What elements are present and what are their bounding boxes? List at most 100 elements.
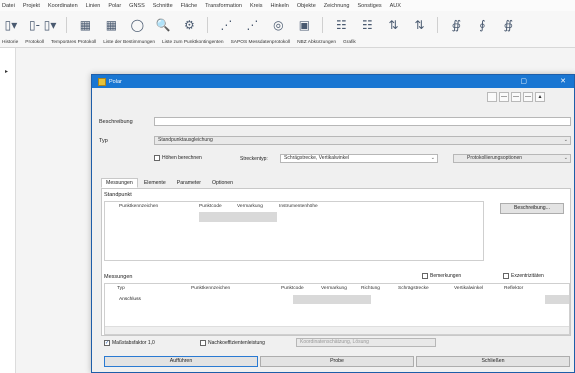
points-2-icon[interactable]: ⋰	[244, 16, 260, 34]
schliessen-button[interactable]: Schließen	[416, 356, 570, 367]
tab-historie[interactable]: Historie	[2, 40, 18, 47]
dialog-title: Polar	[109, 78, 122, 85]
tab-temp-protokoll[interactable]: Temporäres Protokoll	[51, 40, 96, 47]
messungen-row-typ[interactable]: Anschluss	[119, 297, 141, 302]
tab-messungen[interactable]: Messungen	[101, 178, 138, 188]
massstab-checkbox[interactable]: ✓ Maßstabsfaktor 1,0	[104, 340, 155, 346]
blocks-icon[interactable]: ▦	[77, 16, 93, 34]
dash-icon[interactable]: —	[499, 92, 509, 102]
close-icon[interactable]: ✕	[560, 77, 566, 85]
grid-2-icon[interactable]: ☷	[333, 16, 349, 34]
menu-zeichnung[interactable]: Zeichnung	[324, 3, 350, 9]
standpunkt-readonly-cell	[199, 212, 277, 222]
typ-select[interactable]: Standpunktausgleichung ⌄	[154, 136, 571, 145]
nachkoeff-select[interactable]: Koordinatenschätzung, Lösung	[296, 338, 436, 347]
typ-value: Standpunktausgleichung	[158, 137, 213, 143]
tab-optionen[interactable]: Optionen	[207, 178, 238, 188]
ay-icon[interactable]: ∯	[500, 16, 516, 34]
checkbox-box[interactable]	[154, 155, 160, 161]
menu-sonstiges[interactable]: Sonstiges	[357, 3, 381, 9]
protokoll-label: Protokollierungsoptionen	[467, 155, 523, 161]
menu-datei[interactable]: Datei	[2, 3, 15, 9]
chevron-down-icon: ⌄	[430, 155, 435, 161]
streckentyp-label: Streckentyp:	[240, 156, 268, 162]
dash-2-icon[interactable]: —	[511, 92, 521, 102]
streckentyp-select[interactable]: Schrägstrecke, Vertikalwinkel ⌄	[280, 154, 438, 163]
messungen-grid-header: Typ Punktkennzeichen Punktcode Vermarkun…	[105, 284, 540, 293]
horizontal-scrollbar[interactable]	[105, 326, 569, 334]
col-richtung: Richtung	[361, 286, 380, 291]
ausfuehren-button[interactable]: Aufführen	[104, 356, 258, 367]
tab-sapos[interactable]: SAPOS Messdatenprotokoll	[231, 40, 290, 47]
dialog-titlebar[interactable]: Polar ▢ ✕	[92, 75, 574, 88]
menu-transformation[interactable]: Transformation	[205, 3, 242, 9]
nachkoeff-checkbox[interactable]: Nachkoeffizientenleistung	[200, 340, 265, 346]
ax-2-icon[interactable]: ∮	[474, 16, 490, 34]
dash-3-icon[interactable]: —	[523, 92, 533, 102]
checkbox-box[interactable]	[422, 273, 428, 279]
pin-icon[interactable]: ▴	[535, 92, 545, 102]
menu-polar[interactable]: Polar	[108, 3, 121, 9]
col-punktcode: Punktcode	[199, 204, 222, 209]
sort-2-icon[interactable]: ⇅	[411, 16, 427, 34]
toolbar: ▯▾ ▯- ▯▾ ▦ ▦ ◯ 🔍 ⚙ ⋰ ⋰ ◎ ▣ ☷ ☷ ⇅ ⇅ ∯ ∮ ∯	[0, 11, 575, 38]
beschreibung-label: Beschreibung	[99, 119, 133, 125]
app-tab-bar: Historie Protokoll Temporäres Protokoll …	[0, 38, 575, 48]
col-reflektor: Reflektor	[504, 286, 524, 291]
target-icon[interactable]: ◎	[270, 16, 286, 34]
standpunkt-label: Standpunkt	[104, 192, 132, 198]
gear-icon[interactable]: ⚙	[181, 16, 197, 34]
toolbar-separator	[322, 16, 324, 33]
zoom-icon[interactable]: 🔍	[155, 16, 171, 34]
chevron-down-icon: ⌄	[563, 155, 568, 161]
protokoll-dropdown-button[interactable]: Protokollierungsoptionen ⌄	[453, 154, 571, 163]
menu-projekt[interactable]: Projekt	[23, 3, 40, 9]
blank-button-icon[interactable]	[487, 92, 497, 102]
grid-icon[interactable]: ▣	[296, 16, 312, 34]
menu-linien[interactable]: Linien	[86, 3, 101, 9]
tab-parameter[interactable]: Parameter	[172, 178, 206, 188]
grid-3-icon[interactable]: ☷	[359, 16, 375, 34]
file-icon[interactable]: ▯▾	[3, 16, 19, 34]
menu-objekte[interactable]: Objekte	[297, 3, 316, 9]
beschreibung-button[interactable]: Beschreibung...	[500, 203, 564, 214]
nachkoeff-value: Koordinatenschätzung, Lösung	[300, 339, 369, 345]
sort-icon[interactable]: ⇅	[385, 16, 401, 34]
tab-elemente[interactable]: Elemente	[139, 178, 171, 188]
dialog-tabs: Messungen Elemente Parameter Optionen	[101, 178, 239, 188]
tab-nbz[interactable]: NBZ Abkürzungen	[297, 40, 336, 47]
menu-flaeche[interactable]: Fläche	[181, 3, 198, 9]
tab-grafik[interactable]: Grafik	[343, 40, 356, 47]
blocks-2-icon[interactable]: ▦	[103, 16, 119, 34]
messungen-grid[interactable]: Typ Punktkennzeichen Punktcode Vermarkun…	[104, 283, 570, 335]
menu-schnitte[interactable]: Schnitte	[153, 3, 173, 9]
checkbox-box[interactable]	[200, 340, 206, 346]
tab-bestimmungen[interactable]: Liste der Bestimmungen	[103, 40, 155, 47]
standpunkt-grid[interactable]: Punktkennzeichen Punktcode Vermarkung In…	[104, 201, 484, 261]
checkbox-box[interactable]: ✓	[104, 340, 110, 346]
circle-icon[interactable]: ◯	[129, 16, 145, 34]
minimize-icon[interactable]: ▢	[520, 77, 527, 85]
streckentyp-value: Schrägstrecke, Vertikalwinkel	[284, 155, 350, 161]
menu-gnss[interactable]: GNSS	[129, 3, 145, 9]
menu-hinkeln[interactable]: Hinkeln	[270, 3, 288, 9]
tab-protokoll[interactable]: Protokoll	[25, 40, 44, 47]
expand-arrow-icon[interactable]: ▸	[5, 68, 8, 75]
col-schraegstrecke: Schrägstrecke	[398, 286, 429, 291]
beschreibung-input[interactable]	[154, 117, 571, 126]
bemerkungen-label: Bemerkungen	[430, 273, 462, 279]
toolbar-separator	[437, 16, 439, 33]
bemerkungen-checkbox[interactable]: Bemerkungen	[422, 273, 461, 279]
points-icon[interactable]: ⋰	[218, 16, 234, 34]
ax-icon[interactable]: ∯	[448, 16, 464, 34]
toolbar-separator	[66, 16, 68, 33]
exzentrizitaeten-checkbox[interactable]: Exzentrizitäten	[503, 273, 544, 279]
file-dash-icon[interactable]: ▯- ▯▾	[29, 16, 56, 34]
checkbox-box[interactable]	[503, 273, 509, 279]
menu-koordinaten[interactable]: Koordinaten	[48, 3, 78, 9]
tab-punktkontingente[interactable]: Liste zum Punktkontingenten	[162, 40, 224, 47]
probe-button[interactable]: Probe	[260, 356, 414, 367]
menu-kreis[interactable]: Kreis	[250, 3, 263, 9]
hoehen-checkbox[interactable]: Höhen berechnen	[154, 155, 202, 161]
menu-aux[interactable]: AUX	[390, 3, 401, 9]
